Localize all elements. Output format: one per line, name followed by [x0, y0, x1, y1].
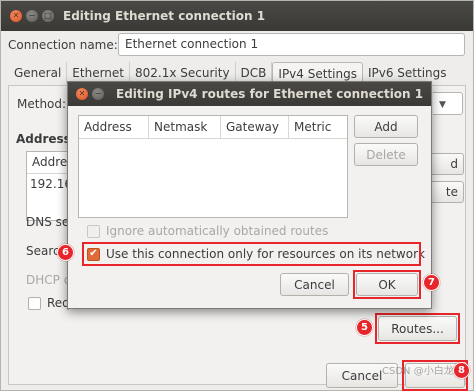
window-minimize-button[interactable]: −: [26, 10, 38, 22]
address-column-header[interactable]: Addres: [27, 152, 74, 174]
column-metric[interactable]: Metric: [289, 116, 347, 138]
add-route-button[interactable]: Add: [354, 115, 418, 138]
window-close-button[interactable]: ✕: [10, 10, 22, 22]
routes-table-header: Address Netmask Gateway Metric: [79, 116, 347, 139]
step-6-badge: 6: [57, 244, 74, 261]
dialog-close-button[interactable]: ✕: [76, 88, 88, 100]
connection-name-value: Ethernet connection 1: [125, 37, 259, 51]
only-resources-highlight: [82, 242, 421, 266]
dialog-titlebar: ✕ − Editing IPv4 routes for Ethernet con…: [68, 82, 431, 106]
routes-button-highlight: [375, 313, 460, 344]
routes-table[interactable]: Address Netmask Gateway Metric: [78, 115, 348, 218]
chevron-down-icon: ▼: [439, 100, 446, 110]
search-domains-label: Searc: [26, 244, 60, 258]
connection-name-label: Connection name:: [8, 38, 118, 52]
connection-name-input[interactable]: Ethernet connection 1: [118, 33, 465, 56]
require-ipv4-checkbox-box[interactable]: [28, 296, 41, 310]
column-address[interactable]: Address: [79, 116, 149, 138]
window-maximize-button[interactable]: □: [42, 10, 54, 22]
dialog-cancel-button[interactable]: Cancel: [280, 273, 349, 296]
address-row-value[interactable]: 192.168: [27, 174, 80, 194]
dialog-minimize-button[interactable]: −: [92, 88, 104, 100]
method-dropdown[interactable]: ▼: [433, 92, 463, 115]
csdn-watermark: CSDN @小白龙: [382, 366, 454, 377]
column-netmask[interactable]: Netmask: [149, 116, 221, 138]
main-window-title: Editing Ethernet connection 1: [63, 9, 266, 23]
column-gateway[interactable]: Gateway: [221, 116, 289, 138]
dialog-title: Editing IPv4 routes for Ethernet connect…: [116, 87, 424, 101]
addresses-table[interactable]: Addres 192.168: [26, 151, 80, 221]
tab-general[interactable]: General: [9, 62, 68, 84]
main-titlebar: ✕ − □ Editing Ethernet connection 1: [1, 1, 473, 31]
step-7-badge: 7: [423, 274, 440, 291]
step-8-badge: 8: [453, 362, 470, 379]
ok-button-highlight: [353, 270, 421, 299]
step-5-badge: 5: [356, 319, 373, 336]
method-label: Method:: [17, 97, 67, 111]
dhcp-client-id-label: DHCP c: [26, 273, 71, 287]
delete-route-button[interactable]: Delete: [354, 143, 418, 166]
ipv4-routes-dialog: ✕ − Editing IPv4 routes for Ethernet con…: [67, 81, 432, 309]
ignore-automatic-routes-checkbox[interactable]: Ignore automatically obtained routes: [87, 224, 328, 238]
ignore-routes-checkbox-box[interactable]: [87, 224, 100, 238]
ignore-routes-label: Ignore automatically obtained routes: [106, 224, 329, 238]
